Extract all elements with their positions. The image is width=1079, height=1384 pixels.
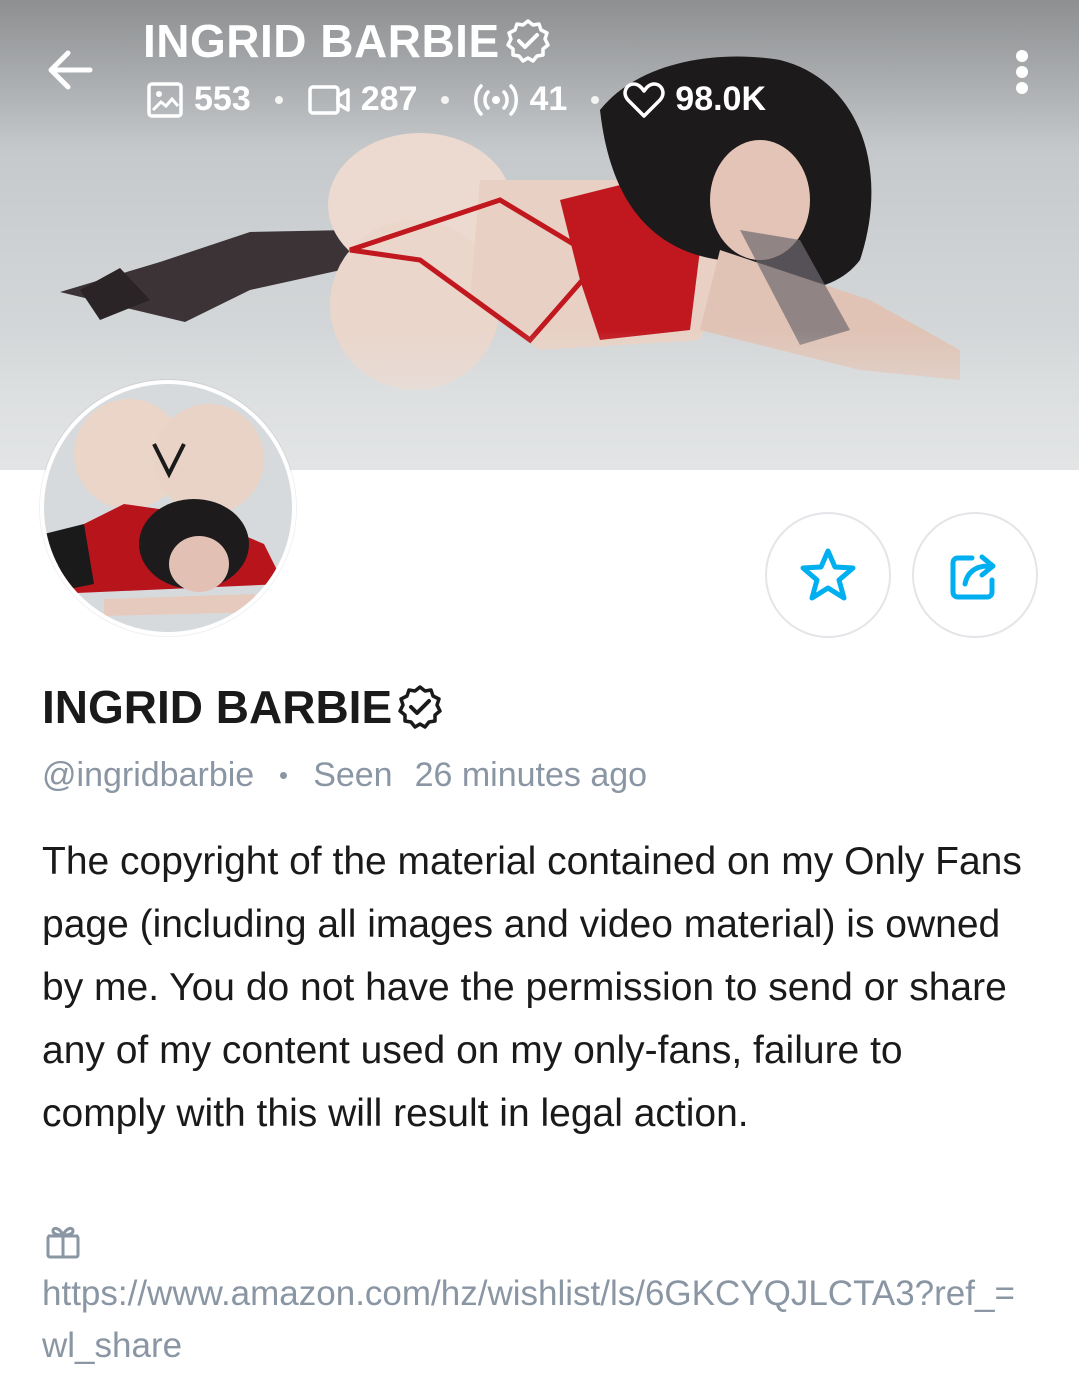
stream-icon — [474, 83, 519, 116]
share-icon — [950, 554, 996, 600]
share-button[interactable] — [912, 512, 1038, 638]
header-stats: 553 287 41 98.0K — [146, 80, 766, 119]
stat-photos: 553 — [146, 80, 251, 119]
profile-subline: @ingridbarbie Seen 26 minutes ago — [42, 756, 647, 795]
heart-icon — [623, 81, 665, 118]
stat-likes: 98.0K — [623, 80, 766, 119]
stat-photos-count: 553 — [194, 80, 251, 118]
image-icon — [147, 81, 183, 118]
stat-streams-count: 41 — [529, 80, 568, 118]
avatar[interactable] — [40, 380, 296, 636]
stat-likes-count: 98.0K — [675, 80, 767, 118]
back-button[interactable] — [40, 40, 100, 100]
more-vertical-icon[interactable] — [1004, 44, 1040, 100]
profile-name-text: INGRID BARBIE — [42, 681, 393, 733]
add-to-favorites-button[interactable] — [765, 512, 891, 638]
avatar-image — [44, 384, 292, 632]
wishlist-link[interactable]: https://www.amazon.com/hz/wishlist/ls/6G… — [42, 1268, 1032, 1372]
avatar-photo — [44, 384, 292, 632]
verified-badge-icon — [505, 19, 550, 63]
profile-handle[interactable]: @ingridbarbie — [42, 756, 254, 795]
verified-badge-icon — [398, 685, 442, 729]
profile-name: INGRID BARBIE — [42, 680, 444, 734]
subline-separator — [280, 772, 288, 779]
more-dot — [1016, 50, 1028, 62]
stat-videos: 287 — [307, 80, 418, 119]
stat-separator — [591, 95, 600, 104]
more-dot — [1016, 66, 1028, 78]
star-icon — [800, 548, 856, 601]
more-dot — [1016, 82, 1028, 94]
profile-bio: The copyright of the material contained … — [42, 840, 1022, 1135]
stat-separator — [274, 95, 283, 104]
stat-videos-count: 287 — [360, 80, 418, 118]
seen-time: 26 minutes ago — [414, 756, 648, 794]
stat-streams: 41 — [473, 80, 567, 119]
header-title-text: INGRID BARBIE — [143, 15, 500, 67]
header-title: INGRID BARBIE — [143, 14, 552, 68]
stat-separator — [441, 95, 450, 104]
gift-icon — [46, 1226, 80, 1259]
video-icon — [307, 84, 350, 115]
back-arrow-icon — [48, 50, 93, 90]
seen-label: Seen — [313, 756, 393, 794]
